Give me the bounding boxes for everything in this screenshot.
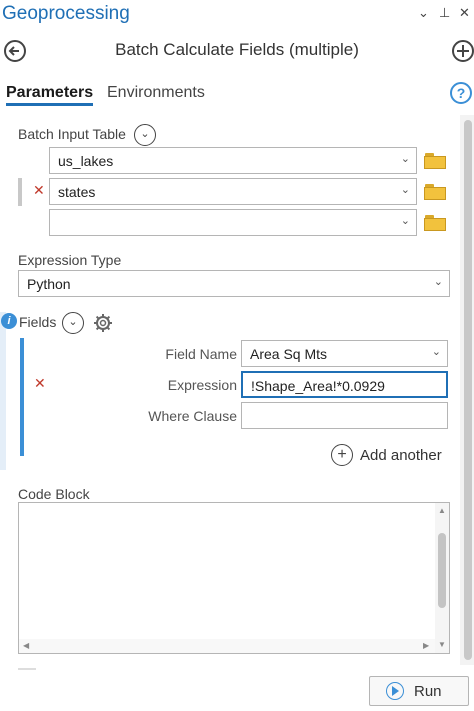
gear-icon[interactable] bbox=[92, 312, 114, 334]
chevron-down-icon[interactable]: ⌄ bbox=[401, 183, 410, 196]
folder-icon[interactable] bbox=[424, 184, 446, 200]
scroll-up-icon[interactable]: ▲ bbox=[438, 506, 446, 515]
batch-input-row-3[interactable]: ⌄ bbox=[49, 209, 417, 236]
help-icon[interactable]: ? bbox=[450, 82, 472, 104]
chevron-down-icon[interactable]: ⌄ bbox=[401, 152, 410, 165]
chevron-down-icon: ⌄ bbox=[431, 346, 441, 358]
code-block-vscrollbar[interactable]: ▲ ▼ bbox=[435, 503, 449, 653]
batch-input-label: Batch Input Table bbox=[18, 126, 126, 142]
where-clause-label: Where Clause bbox=[148, 408, 237, 424]
code-block-label: Code Block bbox=[18, 486, 90, 502]
divider bbox=[18, 668, 36, 670]
pane-title-bar: Geoprocessing ⌄ ⊥ ✕ bbox=[0, 0, 474, 30]
pane-options-icon[interactable]: ⌄ bbox=[418, 5, 429, 21]
pin-icon[interactable]: ⊥ bbox=[439, 5, 450, 21]
folder-icon[interactable] bbox=[424, 215, 446, 231]
fields-label: Fields bbox=[19, 314, 57, 330]
remove-icon[interactable]: ✕ bbox=[34, 375, 46, 392]
row-selection-bar bbox=[18, 178, 22, 206]
where-clause-input[interactable] bbox=[241, 402, 448, 429]
tab-environments[interactable]: Environments bbox=[107, 84, 205, 102]
field-name-label: Field Name bbox=[165, 346, 237, 362]
batch-input-expand-button[interactable]: ⌄ bbox=[134, 124, 156, 146]
run-label: Run bbox=[414, 683, 442, 700]
folder-icon[interactable] bbox=[424, 153, 446, 169]
expression-label: Expression bbox=[167, 377, 237, 393]
remove-icon[interactable]: ✕ bbox=[33, 182, 45, 199]
batch-input-value-1: us_lakes bbox=[58, 153, 114, 169]
expression-value: !Shape_Area!*0.0929 bbox=[251, 378, 385, 394]
expression-type-select[interactable]: Python ⌄ bbox=[18, 270, 450, 297]
batch-input-value-2: states bbox=[58, 184, 96, 200]
field-name-value: Area Sq Mts bbox=[250, 346, 328, 362]
tab-bar: Parameters Environments bbox=[0, 84, 474, 110]
code-block-hscrollbar[interactable]: ◀ ▶ bbox=[19, 639, 435, 653]
expression-type-label: Expression Type bbox=[18, 252, 122, 268]
tool-header: Batch Calculate Fields (multiple) bbox=[0, 36, 474, 66]
pane-scrollbar-thumb[interactable] bbox=[464, 120, 472, 660]
expression-type-value: Python bbox=[27, 276, 71, 292]
expression-input[interactable]: !Shape_Area!*0.0929 bbox=[241, 371, 448, 398]
batch-input-row-1[interactable]: us_lakes ⌄ bbox=[49, 147, 417, 174]
close-icon[interactable]: ✕ bbox=[459, 5, 470, 21]
add-tool-button[interactable] bbox=[452, 40, 474, 62]
scroll-right-icon[interactable]: ▶ bbox=[423, 641, 429, 650]
chevron-down-icon: ⌄ bbox=[140, 128, 150, 140]
tool-title: Batch Calculate Fields (multiple) bbox=[115, 40, 359, 59]
chevron-down-icon: ⌄ bbox=[68, 316, 78, 328]
fields-expand-button[interactable]: ⌄ bbox=[62, 312, 84, 334]
code-block-editor[interactable]: ▲ ▼ ◀ ▶ bbox=[18, 502, 450, 654]
batch-input-row-2[interactable]: states ⌄ bbox=[49, 178, 417, 205]
pane-title: Geoprocessing bbox=[2, 3, 130, 24]
add-another-label: Add another bbox=[360, 447, 442, 464]
chevron-down-icon[interactable]: ⌄ bbox=[401, 214, 410, 227]
tab-parameters[interactable]: Parameters bbox=[6, 84, 94, 106]
info-icon[interactable]: i bbox=[1, 313, 17, 329]
fields-group-bar bbox=[0, 312, 6, 470]
field-name-select[interactable]: Area Sq Mts ⌄ bbox=[241, 340, 448, 367]
scroll-down-icon[interactable]: ▼ bbox=[438, 640, 446, 649]
run-button[interactable]: Run bbox=[369, 676, 469, 706]
scroll-left-icon[interactable]: ◀ bbox=[23, 641, 29, 650]
play-icon bbox=[386, 682, 404, 700]
code-block-vscroll-thumb[interactable] bbox=[438, 533, 446, 608]
chevron-down-icon: ⌄ bbox=[433, 276, 443, 288]
add-icon: + bbox=[331, 444, 353, 466]
field-row-selection-bar bbox=[20, 338, 24, 456]
add-icon bbox=[457, 45, 469, 57]
